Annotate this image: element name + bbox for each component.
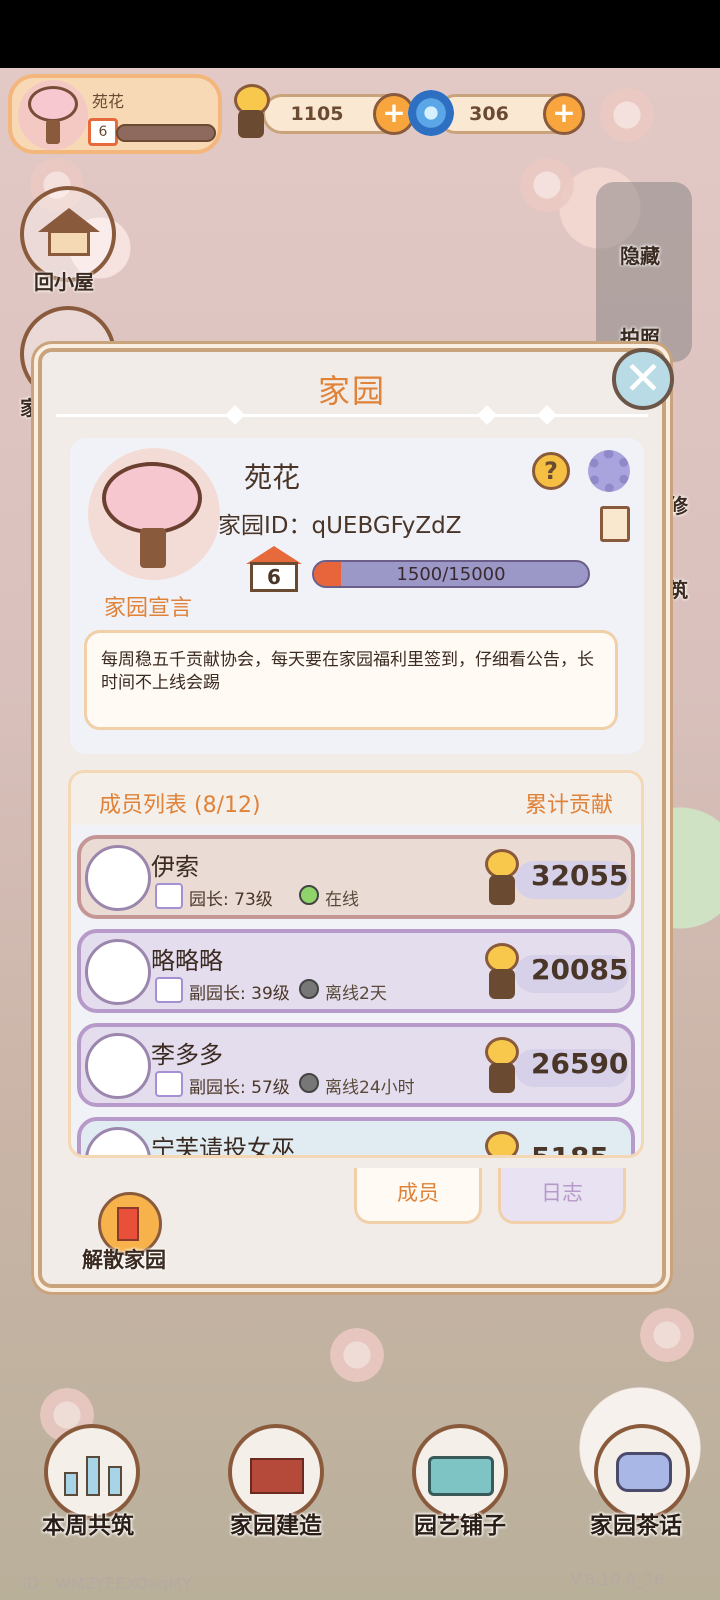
tree-icon [28,86,78,122]
member-avatar [85,1033,151,1099]
back-home-label: 回小屋 [34,270,94,294]
copy-icon[interactable] [593,506,630,551]
member-list-card: 成员列表 (8/12) 累计贡献 伊索 园长: 73级 在线 32055 略略略… [68,770,644,1158]
declaration-text: 每周稳五千贡献协会，每天要在家园福利里签到，仔细看公告，长时间不上线会踢 [84,630,618,730]
member-avatar [85,939,151,1005]
offline-status-icon [299,1073,319,1093]
gem-counter: 306 + [436,93,585,135]
member-avatar [85,1127,151,1155]
online-status-icon [299,885,319,905]
gear-icon[interactable] [588,450,630,492]
member-row[interactable]: 李多多 副园长: 57级 离线24小时 26590 [77,1023,635,1107]
offline-status-icon [299,979,319,999]
exit-door-icon [117,1207,139,1241]
snail-coin-icon [481,845,527,911]
profile-xp-bar [116,124,216,142]
player-id: ID：WMZYEEXOaqMY [22,1574,192,1593]
garden-profile-chip[interactable]: 苑花 6 [8,74,222,154]
member-list-header: 成员列表 (8/12) 累计贡献 [71,773,641,825]
vice-leader-crown-icon [155,977,183,1003]
member-status: 在线 [325,890,359,910]
member-row[interactable]: 略略略 副园长: 39级 离线2天 20085 [77,929,635,1013]
status-bar-area [0,0,720,68]
photo-button[interactable]: 拍照 [620,322,660,351]
member-role: 副园长: 57级 [189,1078,290,1098]
profile-name: 苑花 [92,92,125,111]
garden-xp-text: 1500/15000 [396,564,506,585]
close-button[interactable]: ✕ [612,348,674,410]
member-score: 32055 [531,859,629,892]
coin-counter: 1105 + [262,93,415,135]
version-label: V.8.10.0_36 [570,1570,664,1589]
garden-id-value: qUEBGFyZdZ [311,513,462,539]
member-name: 伊索 [151,853,199,881]
hide-ui-button[interactable]: 隐藏 [620,240,660,269]
member-list-title: 成员列表 (8/12) [99,793,261,818]
level-house-icon: 6 [88,118,118,146]
member-name: 宁芙请投女巫 [151,1135,295,1158]
weekly-build-label: 本周共筑 [42,1513,134,1539]
garden-chat-label: 家园茶话 [590,1513,682,1539]
snail-coin-icon [481,1033,527,1099]
member-score: 26590 [531,1047,629,1080]
petal-decoration [330,1328,384,1382]
gardening-shop-label: 园艺铺子 [414,1513,506,1539]
garden-emblem [88,448,220,580]
petal-decoration [600,88,654,142]
chat-bubble-icon [616,1452,672,1492]
add-gems-button[interactable]: + [543,93,585,135]
garden-label: 家 [20,396,40,420]
planter-icon [428,1456,494,1496]
petal-decoration [520,158,574,212]
modal-title: 家园 [317,372,386,410]
garden-avatar [18,80,88,150]
member-name: 李多多 [151,1041,223,1069]
title-divider [56,414,648,417]
member-score: 5185 [531,1141,609,1158]
repair-button[interactable]: 修 [668,490,688,519]
contribution-header: 累计贡献 [524,793,613,818]
garden-id: 家园ID：qUEBGFyZdZ [218,506,462,540]
garden-level: 6 [250,562,298,592]
member-score: 20085 [531,953,629,986]
tab-members[interactable]: 成员 [354,1168,482,1224]
tab-log[interactable]: 日志 [498,1168,626,1224]
build-button[interactable]: 筑 [668,574,688,603]
member-role: 副园长: 39级 [189,984,290,1004]
member-role: 园长: 73级 [189,890,273,910]
garden-info-card: 家园宣言 苑花 家园ID：qUEBGFyZdZ ? 6 1500/15000 每… [70,438,644,754]
garden-name: 苑花 [244,461,301,494]
leader-crown-icon [155,883,183,909]
member-name: 略略略 [151,947,223,975]
petal-decoration [640,1308,694,1362]
member-row[interactable]: 伊索 园长: 73级 在线 32055 [77,835,635,919]
swirl-gem-icon [408,90,454,136]
house-icon [38,208,100,258]
tree-trunk [46,120,60,144]
member-status: 离线24小时 [325,1078,415,1098]
snail-coin-icon [228,82,274,142]
garden-xp-bar: 1500/15000 [312,560,590,588]
disband-garden-label[interactable]: 解散家园 [82,1244,166,1274]
garden-build-label: 家园建造 [230,1513,322,1539]
vice-leader-crown-icon [155,1071,183,1097]
tree-icon [102,462,202,534]
gem-amount: 306 [469,103,509,125]
snail-coin-icon [481,1127,527,1155]
member-status: 离线2天 [325,984,387,1004]
garden-modal: 家园 家园宣言 苑花 家园ID：qUEBGFyZdZ ? 6 1500/1500… [38,348,666,1288]
snail-coin-icon [481,939,527,1005]
help-icon[interactable]: ? [532,452,570,490]
member-row[interactable]: 宁芙请投女巫 5185 [77,1117,635,1158]
brick-trowel-icon [250,1458,304,1494]
garden-level-badge: 6 [246,546,302,592]
coin-amount: 1105 [290,103,344,125]
member-avatar [85,845,151,911]
declaration-label: 家园宣言 [104,596,193,621]
garden-id-label: 家园ID： [218,513,312,539]
